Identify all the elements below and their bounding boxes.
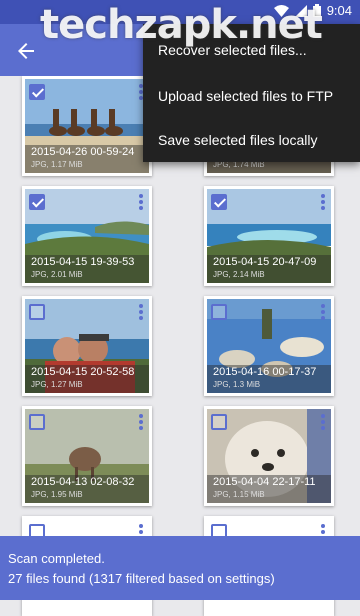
status-icons: 9:04 [273,3,352,18]
more-vert-icon[interactable] [321,304,325,320]
file-date: 2015-04-26 00-59-24 [31,146,135,158]
file-info: 2015-04-15 19-39-53 JPG, 2.01 MiB [25,255,149,283]
file-card[interactable]: 2015-04-04 22-17-11 JPG, 1.15 MiB [204,406,334,506]
signal-icon [294,4,307,17]
wifi-icon [273,4,289,17]
files-found-text: 27 files found (1317 filtered based on s… [8,571,275,586]
clock: 9:04 [326,3,352,18]
scan-status-text: Scan completed. [8,551,105,566]
file-info: 2015-04-26 00-59-24 JPG, 1.17 MiB [25,145,149,173]
file-date: 2015-04-15 19-39-53 [31,256,135,268]
file-date: 2015-04-13 02-08-32 [31,476,135,488]
more-vert-icon[interactable] [139,414,143,430]
select-checkbox[interactable] [211,304,227,320]
overflow-menu: Recover selected files... Upload selecte… [143,24,360,162]
select-checkbox[interactable] [211,194,227,210]
menu-item-save-locally[interactable]: Save selected files locally [158,132,318,148]
more-vert-icon[interactable] [321,414,325,430]
file-meta: JPG, 1.17 MiB [31,160,83,169]
file-meta: JPG, 1.3 MiB [213,380,261,389]
battery-icon [312,4,321,17]
file-info: 2015-04-04 22-17-11 JPG, 1.15 MiB [207,475,331,503]
file-date: 2015-04-16 00-17-37 [213,366,317,378]
file-meta: JPG, 2.14 MiB [213,270,265,279]
more-vert-icon[interactable] [139,194,143,210]
file-date: 2015-04-04 22-17-11 [213,476,316,488]
more-vert-icon[interactable] [139,304,143,320]
select-checkbox[interactable] [29,194,45,210]
more-vert-icon[interactable] [321,194,325,210]
file-info: 2015-04-13 02-08-32 JPG, 1.95 MiB [25,475,149,503]
file-card[interactable]: 2015-04-26 00-59-24 JPG, 1.17 MiB [22,76,152,176]
file-info: 2015-04-15 20-52-58 JPG, 1.27 MiB [25,365,149,393]
file-meta: JPG, 2.01 MiB [31,270,83,279]
file-info: 2015-04-15 20-47-09 JPG, 2.14 MiB [207,255,331,283]
select-checkbox[interactable] [29,304,45,320]
menu-item-recover[interactable]: Recover selected files... [158,42,307,58]
file-meta: JPG, 1.95 MiB [31,490,83,499]
select-checkbox[interactable] [29,84,45,100]
back-arrow-icon[interactable] [14,39,38,63]
file-card[interactable]: 2015-04-15 19-39-53 JPG, 2.01 MiB [22,186,152,286]
scan-status-bar: Scan completed. 27 files found (1317 fil… [0,536,360,600]
file-card[interactable]: 2015-04-16 00-17-37 JPG, 1.3 MiB [204,296,334,396]
select-checkbox[interactable] [29,414,45,430]
file-meta: JPG, 1.15 MiB [213,490,265,499]
file-date: 2015-04-15 20-52-58 [31,366,135,378]
status-bar: 9:04 [0,0,360,24]
file-card[interactable]: 2015-04-13 02-08-32 JPG, 1.95 MiB [22,406,152,506]
file-date: 2015-04-15 20-47-09 [213,256,317,268]
file-info: 2015-04-16 00-17-37 JPG, 1.3 MiB [207,365,331,393]
file-card[interactable]: 2015-04-15 20-52-58 JPG, 1.27 MiB [22,296,152,396]
menu-item-upload-ftp[interactable]: Upload selected files to FTP [158,88,333,104]
select-checkbox[interactable] [211,414,227,430]
file-meta: JPG, 1.27 MiB [31,380,83,389]
file-card[interactable]: 2015-04-15 20-47-09 JPG, 2.14 MiB [204,186,334,286]
